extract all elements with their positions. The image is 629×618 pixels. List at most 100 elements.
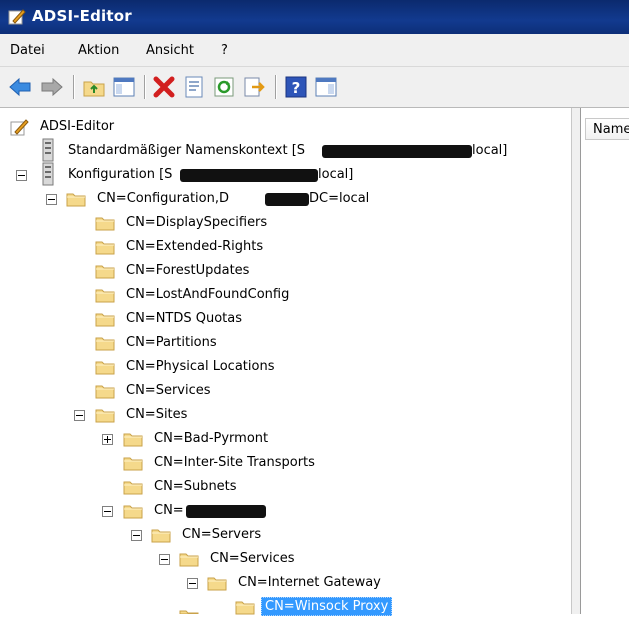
tree-label: Standardmäßiger Namenskontext [S xyxy=(68,143,306,158)
show-hide-tree-icon[interactable] xyxy=(112,75,136,99)
folder-icon xyxy=(66,191,86,207)
collapse-icon[interactable] xyxy=(187,578,198,589)
server-icon xyxy=(42,162,54,186)
tree-node-adsi-editor[interactable]: ADSI-Editor xyxy=(0,116,300,138)
menu-ansicht[interactable]: Ansicht xyxy=(146,43,194,58)
tree-node-cn-configuration[interactable]: CN=Configuration,D DC=local xyxy=(0,188,560,210)
redaction xyxy=(265,193,309,206)
up-folder-icon[interactable] xyxy=(82,75,106,99)
pane-splitter[interactable] xyxy=(571,108,581,614)
folder-icon xyxy=(95,311,115,327)
tree-node-configuration[interactable]: Konfiguration [S local] xyxy=(0,164,560,186)
folder-icon xyxy=(179,551,199,567)
tree-label: CN=DisplaySpecifiers xyxy=(126,215,268,230)
tree-label: CN=ForestUpdates xyxy=(126,263,250,278)
tree-node-bad-pyrmont[interactable]: CN=Bad-Pyrmont xyxy=(0,428,400,450)
folder-icon xyxy=(207,575,227,591)
folder-icon xyxy=(95,287,115,303)
expand-icon[interactable] xyxy=(102,434,113,445)
collapse-icon[interactable] xyxy=(131,530,142,541)
tree-label: CN=Services xyxy=(210,551,295,566)
toolbar-separator xyxy=(73,75,75,99)
tree-label: CN=LostAndFoundConfig xyxy=(126,287,290,302)
collapse-icon[interactable] xyxy=(46,194,57,205)
tree-node-subnets[interactable]: CN=Subnets xyxy=(0,476,400,498)
folder-icon xyxy=(123,503,143,519)
tree-label: CN=Configuration,D xyxy=(97,191,229,206)
redaction xyxy=(186,505,266,518)
tree-node-ntds-quotas[interactable]: CN=NTDS Quotas xyxy=(0,308,400,330)
editor-icon xyxy=(10,119,29,136)
tree-label: DC=local xyxy=(309,191,370,206)
tree-label: CN= xyxy=(154,503,184,518)
tree-label: CN=NTDS Quotas xyxy=(126,311,243,326)
folder-icon xyxy=(95,335,115,351)
tree-label: CN=Sites xyxy=(126,407,188,422)
tree-label: CN=Inter-Site Transports xyxy=(154,455,315,470)
collapse-icon[interactable] xyxy=(74,410,85,421)
folder-icon xyxy=(95,359,115,375)
tree-node-server-services[interactable]: CN=Services xyxy=(0,548,400,570)
tree-label: CN=Partitions xyxy=(126,335,217,350)
tree-node-physical-locations[interactable]: CN=Physical Locations xyxy=(0,356,400,378)
folder-icon xyxy=(95,407,115,423)
server-icon xyxy=(42,138,54,162)
window-title: ADSI-Editor xyxy=(32,7,132,25)
menu-datei[interactable]: Datei xyxy=(10,43,45,58)
menu-help[interactable]: ? xyxy=(221,43,228,58)
tree-node-servers[interactable]: CN=Servers xyxy=(0,524,400,546)
title-bar: ADSI-Editor xyxy=(0,0,629,34)
toolbar-separator xyxy=(275,75,277,99)
tree-node-sites[interactable]: CN=Sites xyxy=(0,404,400,426)
folder-icon xyxy=(95,239,115,255)
tree-label: CN=Extended-Rights xyxy=(126,239,264,254)
folder-icon xyxy=(95,383,115,399)
folder-icon xyxy=(123,455,143,471)
help-icon[interactable]: ? xyxy=(284,75,308,99)
redaction xyxy=(180,169,318,182)
refresh-icon[interactable] xyxy=(212,75,236,99)
export-list-icon[interactable] xyxy=(242,75,266,99)
tree-label: CN=Bad-Pyrmont xyxy=(154,431,269,446)
tree-label: CN=Subnets xyxy=(154,479,237,494)
delete-icon[interactable] xyxy=(152,75,176,99)
tree-node-winsock-proxy[interactable]: CN=Winsock Proxy xyxy=(0,596,450,618)
tree-node-internet-gateway[interactable]: CN=Internet Gateway xyxy=(0,572,450,594)
tree-label: CN=Internet Gateway xyxy=(238,575,381,590)
folder-icon xyxy=(179,610,199,614)
tree-label: CN=Physical Locations xyxy=(126,359,275,374)
folder-icon xyxy=(151,527,171,543)
properties-icon[interactable] xyxy=(182,75,206,99)
tree-node-services[interactable]: CN=Services xyxy=(0,380,400,402)
collapse-icon[interactable] xyxy=(16,170,27,181)
redaction xyxy=(322,145,472,158)
forward-arrow-icon[interactable] xyxy=(40,75,64,99)
tree-node-forest-updates[interactable]: CN=ForestUpdates xyxy=(0,260,400,282)
tree-node-display-specifiers[interactable]: CN=DisplaySpecifiers xyxy=(0,212,400,234)
folder-icon xyxy=(235,599,255,615)
menu-aktion[interactable]: Aktion xyxy=(78,43,119,58)
tree-node-partitions[interactable]: CN=Partitions xyxy=(0,332,400,354)
collapse-icon[interactable] xyxy=(102,506,113,517)
tree-node-default-context[interactable]: Standardmäßiger Namenskontext [S local] xyxy=(0,140,560,162)
folder-icon xyxy=(123,479,143,495)
toolbar: ? xyxy=(0,67,629,108)
tree-node-site-redacted[interactable]: CN= xyxy=(0,500,400,522)
result-pane: Name xyxy=(581,108,629,614)
toolbar-separator xyxy=(144,75,146,99)
tree-label: ADSI-Editor xyxy=(40,119,115,134)
tree-node-lost-and-found-config[interactable]: CN=LostAndFoundConfig xyxy=(0,284,400,306)
back-arrow-icon[interactable] xyxy=(8,75,32,99)
tree-label: CN=Servers xyxy=(182,527,262,542)
console-tree: ADSI-Editor Standardmäßiger Namenskontex… xyxy=(0,108,571,616)
folder-icon xyxy=(123,431,143,447)
folder-icon xyxy=(95,263,115,279)
tree-node-extended-rights[interactable]: CN=Extended-Rights xyxy=(0,236,400,258)
tree-label: local] xyxy=(318,167,354,182)
tree-node-inter-site-transports[interactable]: CN=Inter-Site Transports xyxy=(0,452,400,474)
console-tree-icon[interactable] xyxy=(314,75,338,99)
collapse-icon[interactable] xyxy=(159,554,170,565)
tree-label: Konfiguration [S xyxy=(68,167,173,182)
column-header-name[interactable]: Name xyxy=(585,118,629,140)
tree-label: CN=Services xyxy=(126,383,211,398)
